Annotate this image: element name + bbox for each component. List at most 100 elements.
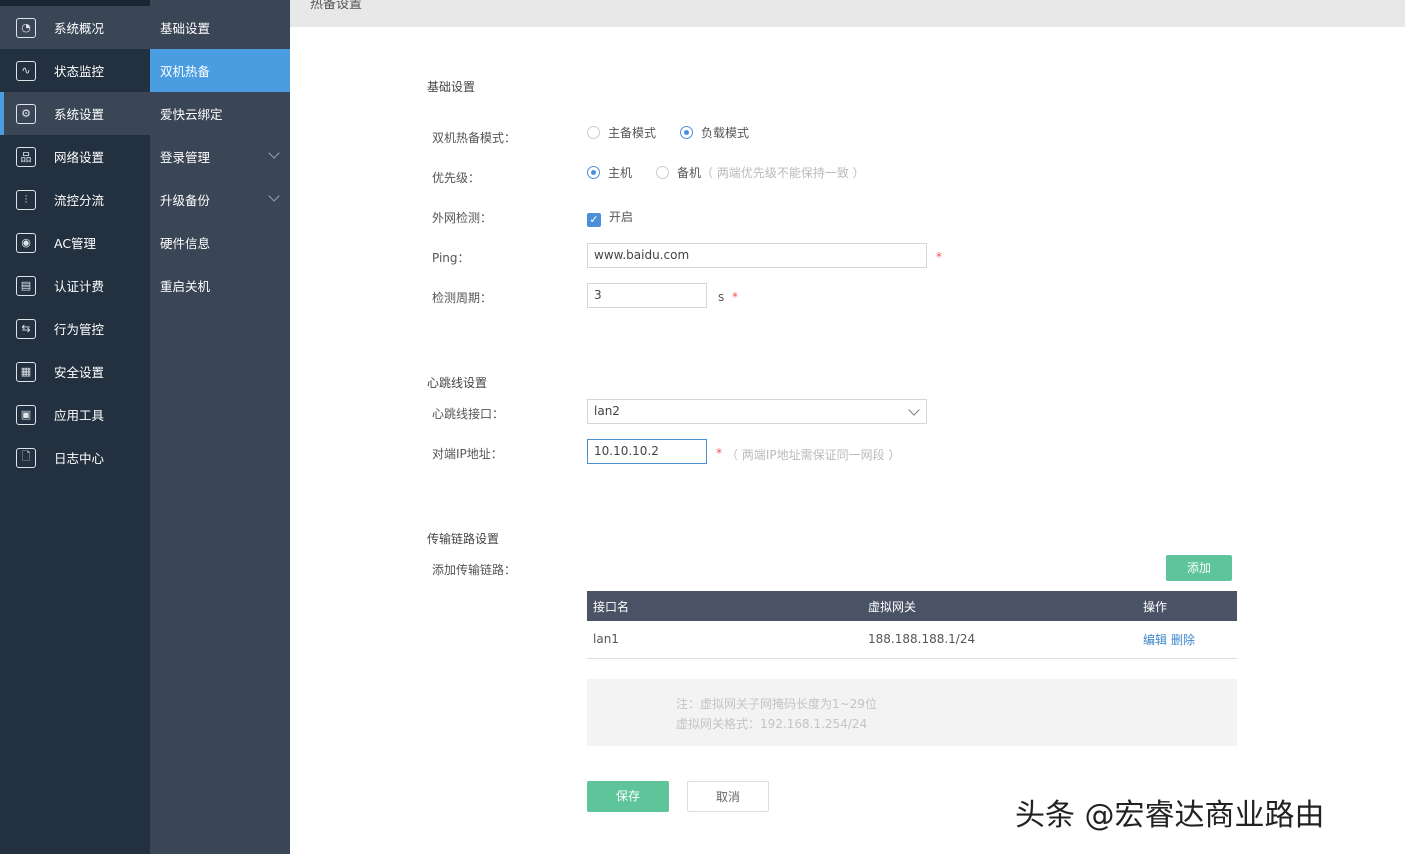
sidebar-item[interactable]: ⚙系统设置 bbox=[0, 92, 150, 135]
subnav-item[interactable]: 硬件信息 bbox=[150, 221, 290, 264]
watermark: 头条 @宏睿达商业路由 bbox=[1015, 790, 1325, 834]
subnav-item[interactable]: 爱快云绑定 bbox=[150, 92, 290, 135]
sidebar-item[interactable]: ▦ 安全设置 bbox=[0, 350, 150, 393]
add-button[interactable]: 添加 bbox=[1166, 555, 1232, 581]
radio-icon bbox=[587, 126, 600, 139]
sidebar-item-label: 流控分流 bbox=[54, 190, 104, 209]
required-icon: * bbox=[732, 290, 738, 304]
sidebar-item[interactable]: ⫶ 流控分流 bbox=[0, 178, 150, 221]
section-heartbeat-title: 心跳线设置 bbox=[427, 374, 487, 391]
document-icon: 🗋 bbox=[16, 448, 36, 468]
edit-link[interactable]: 编辑 bbox=[1143, 633, 1167, 647]
sidebar-item[interactable]: 🗋 日志中心 bbox=[0, 436, 150, 479]
sidebar-item[interactable]: 品网络设置 bbox=[0, 135, 150, 178]
apps-icon: ▣ bbox=[16, 405, 36, 425]
delete-link[interactable]: 删除 bbox=[1171, 633, 1195, 647]
checkmark-icon: ✓ bbox=[587, 213, 601, 227]
sidebar-item-label: 行为管控 bbox=[54, 319, 104, 338]
pulse-icon: ∿ bbox=[16, 61, 36, 81]
subnav-item-label: 基础设置 bbox=[160, 18, 210, 37]
mode-label: 双机热备模式： bbox=[432, 129, 516, 146]
id-card-icon: ▤ bbox=[16, 276, 36, 296]
iface-cell: lan1 bbox=[587, 621, 862, 658]
subnav-item[interactable]: 登录管理 bbox=[150, 135, 290, 178]
add-link-label: 添加传输链路： bbox=[432, 561, 516, 578]
subnav-item-label: 登录管理 bbox=[160, 147, 210, 166]
period-label: 检测周期： bbox=[432, 289, 492, 306]
heartbeat-iface-select[interactable]: lan2 bbox=[587, 399, 927, 424]
wifi-icon: ◉ bbox=[16, 233, 36, 253]
chevron-down-icon bbox=[268, 147, 279, 158]
sidebar-item-label: AC管理 bbox=[54, 233, 96, 252]
mode-radio-load[interactable]: 负载模式 bbox=[680, 124, 749, 141]
section-link-title: 传输链路设置 bbox=[427, 530, 499, 547]
peer-ip-input[interactable]: 10.10.10.2 bbox=[587, 439, 707, 464]
save-button[interactable]: 保存 bbox=[587, 781, 669, 812]
sidebar-item-label: 日志中心 bbox=[54, 448, 104, 467]
ping-input[interactable]: www.baidu.com bbox=[587, 243, 927, 268]
sidebar-item-label: 状态监控 bbox=[54, 61, 104, 80]
radio-icon bbox=[656, 166, 669, 179]
sidebar-item[interactable]: ∿ 状态监控 bbox=[0, 49, 150, 92]
cancel-button[interactable]: 取消 bbox=[687, 781, 769, 812]
mode-radio-standby[interactable]: 主备模式 bbox=[587, 124, 656, 141]
radio-checked-icon bbox=[587, 166, 600, 179]
link-table: 接口名 虚拟网关 操作 lan1 188.188.188.1/24 编辑删除 bbox=[587, 591, 1237, 659]
note-box: 注：虚拟网关子网掩码长度为1~29位 虚拟网关格式：192.168.1.254/… bbox=[587, 679, 1237, 746]
sidebar-item-label: 系统概况 bbox=[54, 18, 104, 37]
gateway-cell: 188.188.188.1/24 bbox=[862, 621, 1137, 658]
wan-checkbox[interactable]: ✓开启 bbox=[587, 208, 633, 227]
firewall-icon: ▦ bbox=[16, 362, 36, 382]
peer-ip-hint: （ 两端IP地址需保证同一网段 ） bbox=[726, 446, 900, 463]
peer-ip-label: 对端IP地址： bbox=[432, 445, 503, 462]
note-line: 虚拟网关格式：192.168.1.254/24 bbox=[676, 714, 1237, 734]
section-basic-title: 基础设置 bbox=[427, 78, 475, 95]
sidebar-item[interactable]: ◔ 系统概况 bbox=[0, 6, 150, 49]
wan-label: 外网检测： bbox=[432, 209, 492, 226]
priority-hint: （ 两端优先级不能保持一致 ） bbox=[701, 166, 865, 180]
chevron-down-icon bbox=[908, 404, 919, 415]
subnav-item-label: 升级备份 bbox=[160, 190, 210, 209]
dashboard-icon: ◔ bbox=[16, 18, 36, 38]
subnav-item[interactable]: 重启关机 bbox=[150, 264, 290, 307]
priority-label: 优先级： bbox=[432, 169, 480, 186]
note-line: 注：虚拟网关子网掩码长度为1~29位 bbox=[676, 694, 1237, 714]
subnav-item-label: 爱快云绑定 bbox=[160, 104, 223, 123]
sidebar-item[interactable]: ◉ AC管理 bbox=[0, 221, 150, 264]
period-input[interactable]: 3 bbox=[587, 283, 707, 308]
subnav-item[interactable]: 双机热备 bbox=[150, 49, 290, 92]
arrows-icon: ⇆ bbox=[16, 319, 36, 339]
main-content: 热备设置 基础设置 双机热备模式： 主备模式 负载模式 优先级： 主机 备机（ … bbox=[290, 0, 1405, 854]
priority-radio-backup[interactable]: 备机（ 两端优先级不能保持一致 ） bbox=[656, 164, 865, 181]
heartbeat-iface-label: 心跳线接口： bbox=[432, 405, 504, 422]
subnav-item-label: 重启关机 bbox=[160, 276, 210, 295]
subnav-item-label: 双机热备 bbox=[160, 61, 210, 80]
period-unit: s bbox=[718, 290, 724, 304]
subnav-item-label: 硬件信息 bbox=[160, 233, 210, 252]
sidebar-item[interactable]: ⇆ 行为管控 bbox=[0, 307, 150, 350]
subnav-item[interactable]: 基础设置 bbox=[150, 6, 290, 49]
chevron-down-icon bbox=[268, 190, 279, 201]
required-icon: * bbox=[936, 250, 942, 264]
table-row: lan1 188.188.188.1/24 编辑删除 bbox=[587, 621, 1237, 658]
required-icon: * bbox=[716, 446, 722, 460]
sidebar-item-label: 安全设置 bbox=[54, 362, 104, 381]
subnav-item[interactable]: 升级备份 bbox=[150, 178, 290, 221]
sidebar-item[interactable]: ▤ 认证计费 bbox=[0, 264, 150, 307]
sidebar-item[interactable]: ▣ 应用工具 bbox=[0, 393, 150, 436]
sidebar-item-label: 认证计费 bbox=[54, 276, 104, 295]
primary-sidebar: ◔系统概况∿状态监控⚙系统设置品网络设置⫶流控分流◉AC管理▤认证计费⇆行为管控… bbox=[0, 0, 150, 854]
page-title: 热备设置 bbox=[290, 0, 1405, 27]
column-header: 接口名 bbox=[587, 591, 862, 621]
ping-label: Ping： bbox=[432, 249, 470, 266]
secondary-sidebar: 基础设置双机热备爱快云绑定登录管理升级备份硬件信息重启关机 bbox=[150, 0, 290, 854]
sliders-icon: ⫶ bbox=[16, 190, 36, 210]
sidebar-item-label: 应用工具 bbox=[54, 405, 104, 424]
radio-checked-icon bbox=[680, 126, 693, 139]
network-icon: 品 bbox=[16, 147, 36, 167]
column-header: 虚拟网关 bbox=[862, 591, 1137, 621]
column-header: 操作 bbox=[1137, 591, 1237, 621]
priority-radio-master[interactable]: 主机 bbox=[587, 164, 632, 181]
gear-icon: ⚙ bbox=[16, 104, 36, 124]
sidebar-item-label: 网络设置 bbox=[54, 147, 104, 166]
